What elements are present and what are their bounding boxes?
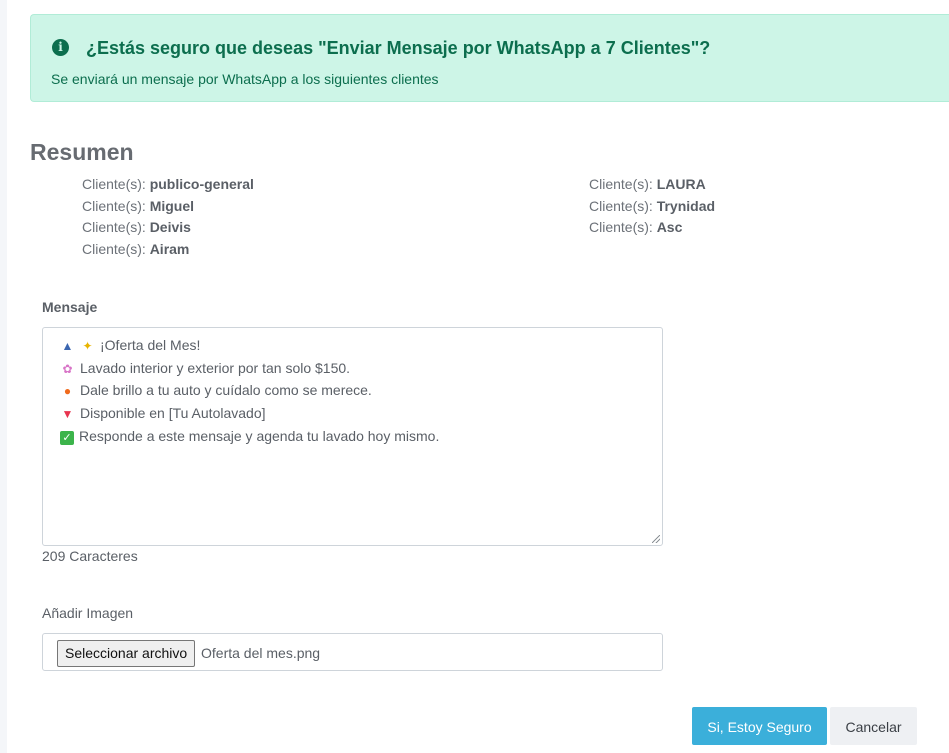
sparkles-icon: ✦ — [82, 339, 93, 353]
client-prefix: Cliente(s): — [589, 176, 653, 192]
image-file-input[interactable]: Seleccionar archivo Oferta del mes.png — [42, 633, 663, 671]
client-name: Miguel — [149, 197, 195, 214]
client-name: Deivis — [149, 219, 191, 236]
client-item: Cliente(s): Asc — [589, 217, 715, 239]
summary-title: Resumen — [30, 139, 134, 165]
client-item: Cliente(s): LAURA — [589, 174, 715, 196]
client-name: LAURA — [656, 176, 706, 192]
message-line: ✿ Lavado interior y exterior por tan solo… — [60, 358, 662, 381]
alert-title: ¿Estás seguro que deseas "Enviar Mensaje… — [86, 38, 711, 58]
client-name: publico-general — [149, 176, 254, 192]
check-icon: ✓ — [60, 430, 74, 445]
client-prefix: Cliente(s): — [589, 219, 653, 236]
client-prefix: Cliente(s): — [82, 219, 146, 236]
confirm-button[interactable]: Si, Estoy Seguro — [692, 707, 827, 745]
cancel-button[interactable]: Cancelar — [830, 707, 917, 745]
message-line-text: ¡Oferta del Mes! — [100, 337, 201, 353]
car-icon: ▲ — [61, 339, 74, 353]
selected-file-name: Oferta del mes.png — [201, 645, 321, 661]
client-prefix: Cliente(s): — [82, 241, 146, 258]
client-item: Cliente(s): Trynidad — [589, 196, 715, 218]
message-line: ▲ ✦ ¡Oferta del Mes! — [60, 335, 662, 358]
client-item: Cliente(s): publico-general — [82, 174, 254, 196]
client-name: Asc — [656, 219, 683, 236]
textarea-resize-handle[interactable] — [652, 535, 660, 543]
image-label: Añadir Imagen — [42, 605, 134, 621]
message-line: ● Dale brillo a tu auto y cuídalo como se… — [60, 380, 662, 403]
client-item: Cliente(s): Deivis — [82, 217, 254, 239]
client-item: Cliente(s): Miguel — [82, 196, 254, 218]
message-label: Mensaje — [42, 299, 98, 315]
client-list-right: Cliente(s): LAURA Cliente(s): Trynidad C… — [589, 174, 715, 239]
pin-icon: ▼ — [61, 407, 74, 422]
message-line: ✓ Responde a este mensaje y agenda tu lav… — [60, 426, 662, 448]
message-line-text: Dale brillo a tu auto y cuídalo como se … — [80, 382, 372, 399]
client-prefix: Cliente(s): — [82, 197, 146, 214]
client-prefix: Cliente(s): — [82, 176, 146, 192]
message-line: ▼ Disponible en [Tu Autolavado] — [60, 403, 662, 426]
character-count: 209 Caracteres — [42, 548, 138, 564]
choose-file-button[interactable]: Seleccionar archivo — [57, 640, 196, 667]
alert-text: Se enviará un mensaje por WhatsApp a los… — [51, 71, 439, 87]
fire-icon: ● — [63, 384, 72, 399]
confirmation-alert: i ¿Estás seguro que deseas "Enviar Mensa… — [30, 14, 949, 102]
left-edge-strip — [0, 0, 7, 753]
info-icon: i — [52, 39, 69, 56]
message-line-text: Responde a este mensaje y agenda tu lava… — [79, 427, 440, 444]
client-name: Trynidad — [656, 197, 716, 214]
client-prefix: Cliente(s): — [589, 197, 653, 214]
message-textarea[interactable]: ▲ ✦ ¡Oferta del Mes! ✿ Lavado interior y ex… — [42, 327, 663, 546]
message-line-text: Lavado interior y exterior por tan solo … — [80, 359, 351, 376]
message-line-text: Disponible en [Tu Autolavado] — [80, 405, 266, 422]
bubbles-icon: ✿ — [62, 361, 73, 376]
client-item: Cliente(s): Airam — [82, 239, 254, 261]
client-name: Airam — [149, 241, 190, 258]
client-list-left: Cliente(s): publico-general Cliente(s): … — [82, 174, 254, 261]
